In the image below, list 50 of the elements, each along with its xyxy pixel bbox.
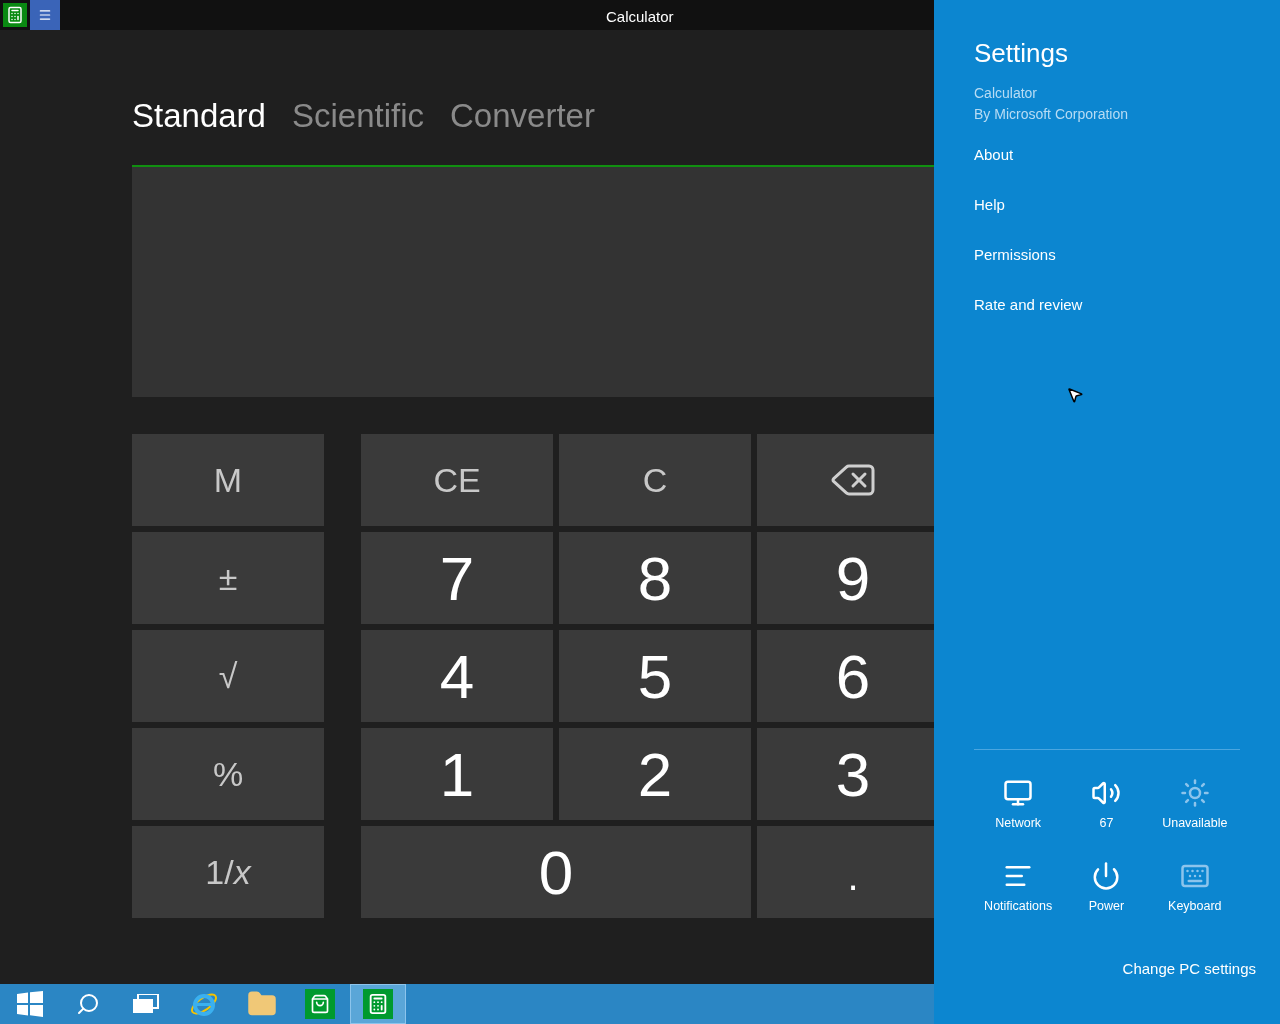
digit-key[interactable]: 8 xyxy=(559,532,751,624)
calculator-key[interactable]: √ xyxy=(132,630,324,722)
menu-icon xyxy=(38,8,52,22)
calculator-key[interactable]: M xyxy=(132,434,324,526)
quick-setting-button[interactable]: Network xyxy=(974,778,1063,833)
task-view-icon xyxy=(133,994,159,1014)
settings-link[interactable]: Rate and review xyxy=(974,295,1083,315)
digit-key[interactable]: 0 xyxy=(361,826,751,918)
settings-link[interactable]: Help xyxy=(974,195,1005,215)
quick-setting-button[interactable]: Keyboard xyxy=(1150,860,1239,916)
digit-key[interactable]: 1 xyxy=(361,728,553,820)
mouse-pointer-icon xyxy=(1066,386,1084,404)
quick-setting-button[interactable]: 67 xyxy=(1062,778,1151,833)
calculator-key[interactable]: CE xyxy=(361,434,553,526)
calculator-key[interactable]: % xyxy=(132,728,324,820)
digit-key[interactable]: 7 xyxy=(361,532,553,624)
window-title: Calculator xyxy=(606,7,674,27)
app-icon xyxy=(3,3,27,27)
calculator-icon xyxy=(363,989,393,1019)
network-icon xyxy=(1003,778,1034,808)
digit-key[interactable]: 5 xyxy=(559,630,751,722)
power-icon xyxy=(1091,860,1122,891)
brightness-icon xyxy=(1179,778,1210,808)
quick-setting-button[interactable]: Unavailable xyxy=(1150,778,1239,833)
digit-key[interactable]: 4 xyxy=(361,630,553,722)
mode-tab[interactable]: Converter xyxy=(450,91,595,141)
calculator-key[interactable]: ± xyxy=(132,532,324,624)
mode-tab[interactable]: Scientific xyxy=(291,91,424,141)
calculator-key[interactable]: 1/x xyxy=(132,826,324,918)
settings-link[interactable]: About xyxy=(974,145,1014,165)
quick-setting-button[interactable]: Notifications xyxy=(974,860,1063,916)
digit-key[interactable]: 2 xyxy=(559,728,751,820)
settings-link[interactable]: Permissions xyxy=(974,245,1056,265)
store-bag-icon xyxy=(305,989,335,1019)
app-name: Calculator xyxy=(974,84,1039,103)
digit-key[interactable]: 3 xyxy=(757,728,934,820)
backspace-key[interactable] xyxy=(757,434,934,526)
pane-title: Settings xyxy=(974,37,1069,70)
calculator-key[interactable]: C xyxy=(559,434,751,526)
taskbar-button[interactable] xyxy=(350,984,406,1024)
quick-setting-button[interactable]: Power xyxy=(1062,860,1151,916)
publisher-name: By Microsoft Corporation xyxy=(974,105,1130,124)
decimal-key[interactable]: . xyxy=(757,826,934,918)
windows-logo-icon xyxy=(17,991,43,1017)
digit-key[interactable]: 9 xyxy=(757,532,934,624)
menu-button[interactable] xyxy=(30,0,60,30)
change-pc-settings-link[interactable]: Change PC settings xyxy=(1122,957,1256,980)
search-icon xyxy=(76,992,100,1016)
mode-tab[interactable]: Standard xyxy=(132,91,266,141)
digit-key[interactable]: 6 xyxy=(757,630,934,722)
